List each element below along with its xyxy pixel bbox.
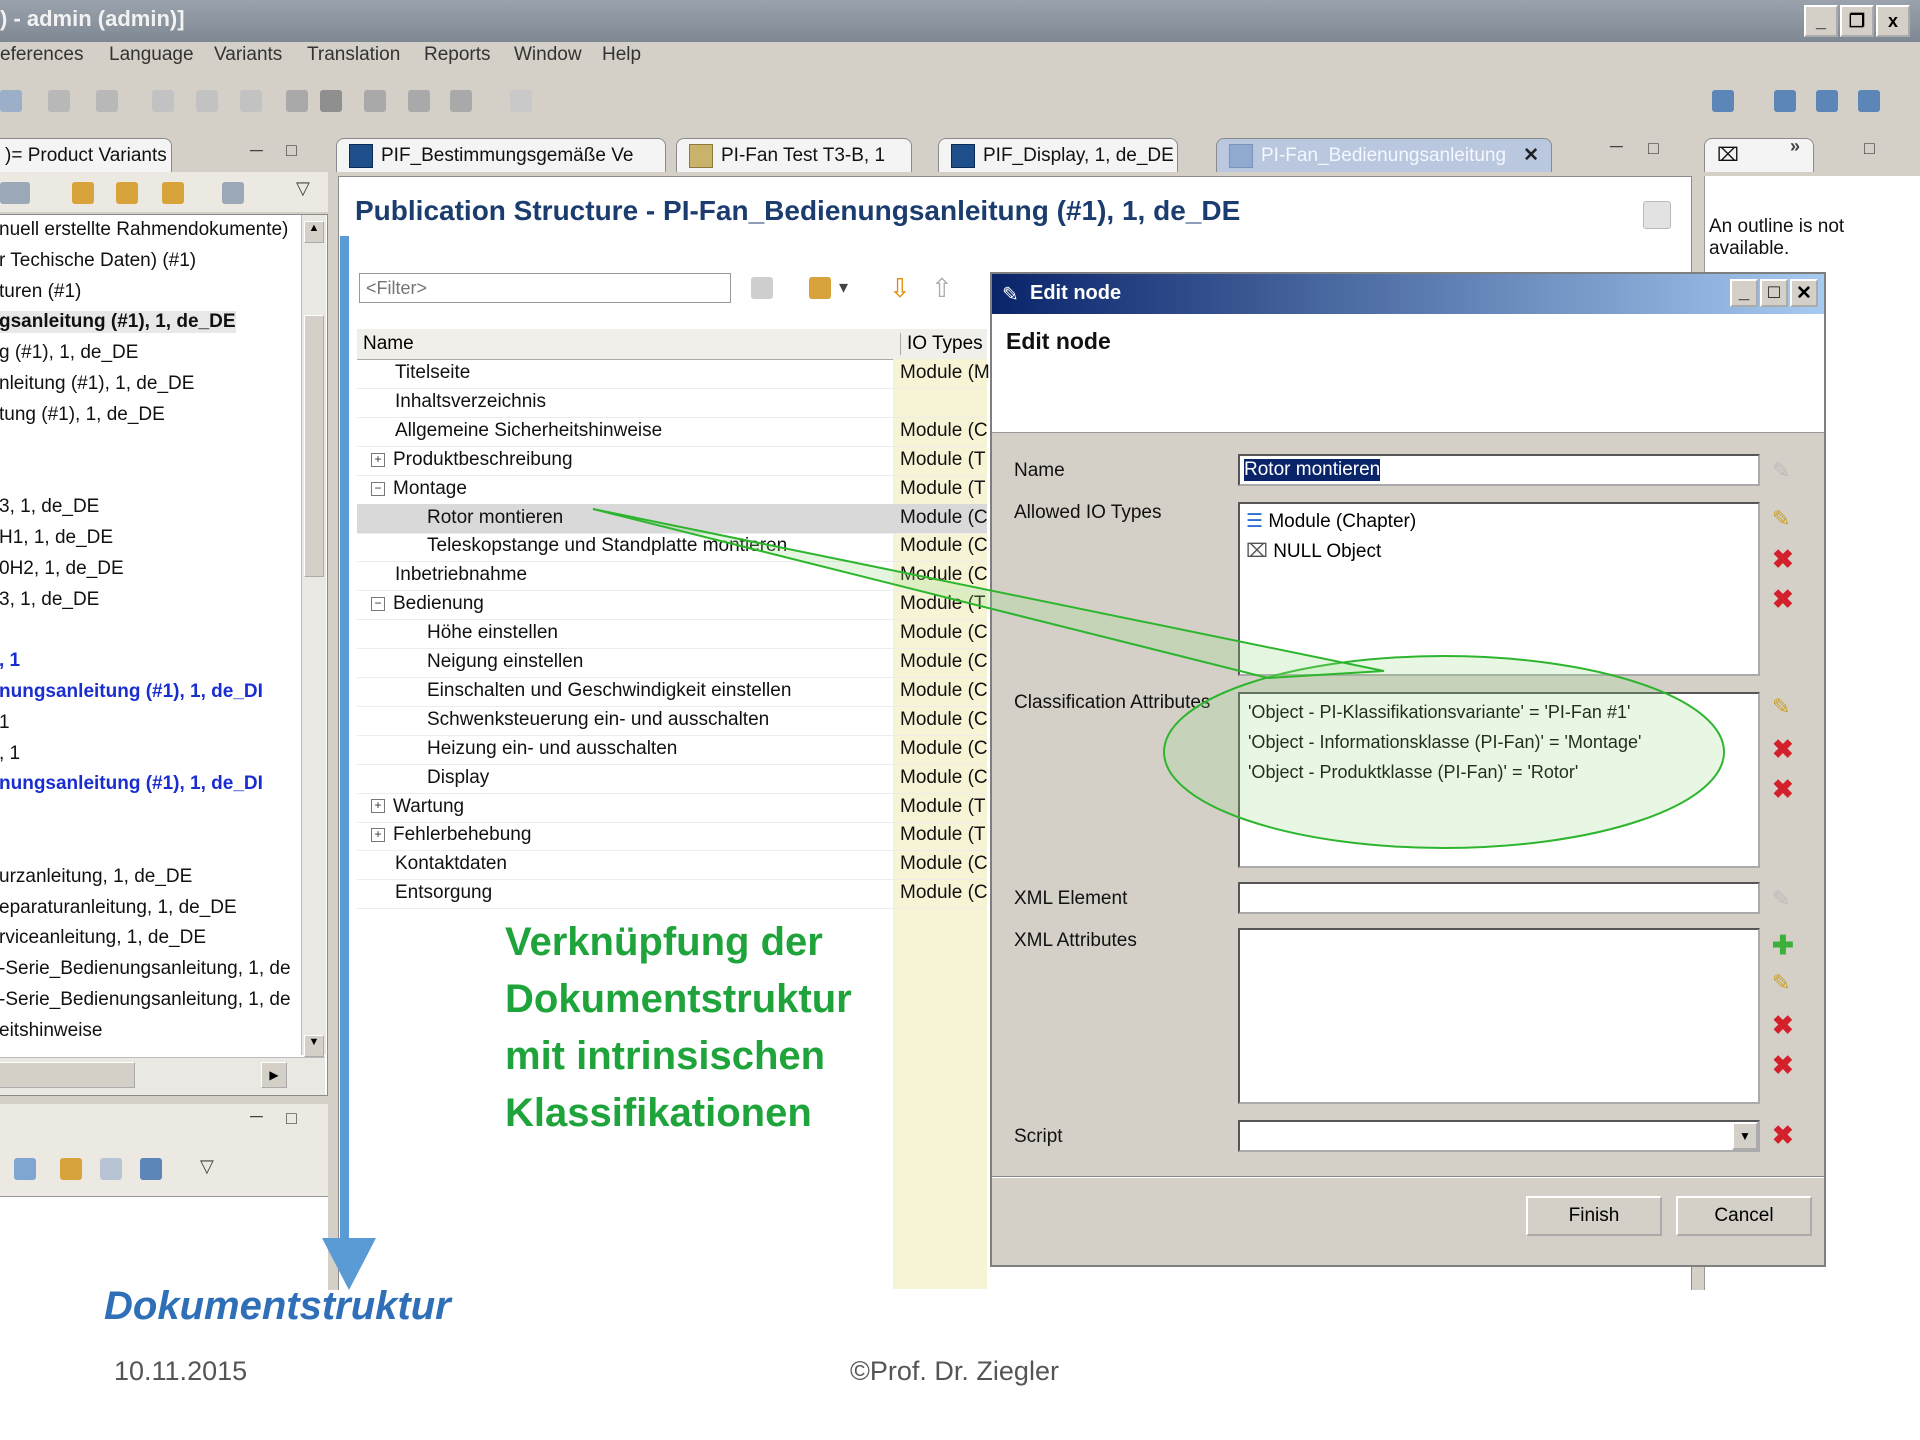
- structure-arrow-shaft: [340, 236, 349, 1246]
- link-callout: [592, 508, 1385, 680]
- annotation-line: mit intrinsischen: [505, 1034, 826, 1078]
- classification-highlight-ellipse: [1163, 655, 1725, 849]
- annotation-line: Klassifikationen: [505, 1091, 812, 1135]
- annotation-line: Dokumentstruktur: [505, 977, 852, 1021]
- annotation-line: Verknüpfung der: [505, 920, 823, 964]
- footer-author: ©Prof. Dr. Ziegler: [850, 1356, 1059, 1386]
- structure-arrow-head: [322, 1238, 376, 1290]
- footer-date: 10.11.2015: [114, 1356, 248, 1386]
- annotation-text: Verknüpfung der Dokumentstruktur mit int…: [505, 914, 852, 1142]
- application-window: ) - admin (admin)] _ ❐ x eferences Langu…: [0, 0, 1920, 1290]
- arrow-caption: Dokumentstruktur: [104, 1284, 451, 1328]
- annotation-overlay: [322, 236, 1725, 1290]
